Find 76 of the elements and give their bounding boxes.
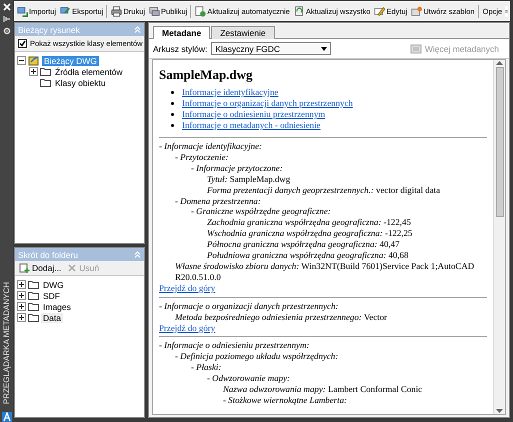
tree-item[interactable]: SDF [41,290,62,300]
section-link[interactable]: Informacje o odniesieniu przestrzennym [182,109,326,120]
drawing-file-icon [28,55,40,66]
metadata-entry: - Odwzorowanie mapy: [207,373,291,384]
metadata-entry: Nazwa odwzorowania mapy: Lambert Conformal Conic [223,384,424,395]
add-button[interactable]: Dodaj... [19,263,62,273]
metadata-entry: - Przytoczenie: [175,152,230,163]
print-icon [111,6,122,16]
folder-icon [28,291,39,300]
tab[interactable]: Metadane [153,26,210,39]
metadata-entry: - Graniczne współrzędne geograficzne: [191,206,332,218]
tree-item[interactable]: Data [41,312,63,322]
folder-icon [28,280,39,289]
folder-icon [28,302,39,311]
metadata-entry: Forma prezentacji danych geoprzestrzennych.: vector digital data [207,184,442,196]
export-icon [60,6,72,16]
section-heading: - Informacje o organizacji danych przestrzennych: [159,300,340,312]
remove-icon [67,263,78,273]
publish-icon [149,6,160,16]
expand-icon[interactable] [17,313,26,322]
add-folder-icon [19,263,30,273]
metadata-entry: Metoda bezpośredniego odniesienia przestrzennego: Vector [175,312,388,322]
palette-title: PRZEGLĄDARKA METADANYCH [2,282,11,404]
settings-icon[interactable] [2,27,10,35]
section-heading: - Informacje identyfikacyjne: [159,141,264,152]
bullet-icon [171,102,174,105]
metadata-entry: - Domena przestrzenna: [175,196,262,206]
edit-icon [374,6,386,16]
close-icon[interactable] [2,3,10,11]
tree-item[interactable]: Źródła elementów [53,66,125,76]
app-logo-icon [2,412,12,422]
expand-icon[interactable] [29,67,38,76]
metadata-entry: Tytuł: SampleMap.dwg [207,174,292,185]
stylesheet-label: Arkusz stylów: [153,44,208,54]
metadata-entry: Wschodnia graniczna współrzędna geograficzna: -122,25 [207,228,414,240]
autoupdate-icon [195,6,206,16]
section-link[interactable]: Informacje o metadanych - odniesienie [182,120,320,131]
update-icon [294,6,305,16]
metadata-entry: - Definicja poziomego układu współrzędnych: [175,351,340,362]
panel-title: Skrót do folderu [18,250,78,260]
section-link[interactable]: Informacje o organizacji danych przestrzennych [182,98,353,109]
metadata-entry: - Informacje przytoczone: [191,162,284,174]
metadata-entry: - Płaski: [191,362,222,374]
scrollbar[interactable] [493,60,505,414]
bullet-icon [171,113,174,116]
stylesheet-dropdown[interactable]: Klasyczny FGDC [211,42,332,55]
scroll-down-icon[interactable] [496,409,503,414]
dropdown-arrow-icon [321,46,328,50]
expand-icon[interactable] [17,302,26,311]
section-link[interactable]: Informacje identyfikacyjne [182,87,278,98]
tab[interactable]: Zestawienie [211,26,275,39]
metadata-entry: Własne środowisko zbioru danych: Win32NT(Build 7601)Service Pack 1;AutoCAD R20.0.51.0.0 [175,260,476,283]
document-title: SampleMap.dwg [159,67,254,82]
panel-title: Bieżący rysunek [18,24,80,34]
tree-item[interactable]: DWG [41,280,66,290]
expand-icon[interactable] [17,280,26,289]
template-icon [411,6,422,16]
pin-icon[interactable] [2,15,10,23]
folder-icon [28,313,39,322]
back-to-top-link[interactable]: Przejdź do góry [159,322,216,332]
metadata-entry: Zachodnia graniczna współrzędna geograficzna: -122,45 [207,217,412,228]
document-icon [410,44,422,54]
metadata-entry: Południowa graniczna współrzędna geograficzna: 40,68 [207,250,410,261]
collapse-icon[interactable] [17,56,26,65]
tree-item[interactable]: Klasy obiektu [53,78,108,88]
folder-icon [40,78,51,87]
metadata-entry: Północna graniczna współrzędna geograficzna: 40,47 [207,239,401,250]
bullet-icon [171,91,174,94]
bullet-icon [171,124,174,127]
metadata-entry: - Stożkowe wiernokątne Lamberta: [223,394,348,406]
tree-item[interactable]: Images [41,302,73,312]
expand-icon[interactable] [17,291,26,300]
import-icon [17,6,28,16]
back-to-top-link[interactable]: Przejdź do góry [159,282,216,293]
checkbox[interactable] [18,39,27,48]
section-heading: - Informacje o odniesieniu przestrzennym: [159,340,310,352]
